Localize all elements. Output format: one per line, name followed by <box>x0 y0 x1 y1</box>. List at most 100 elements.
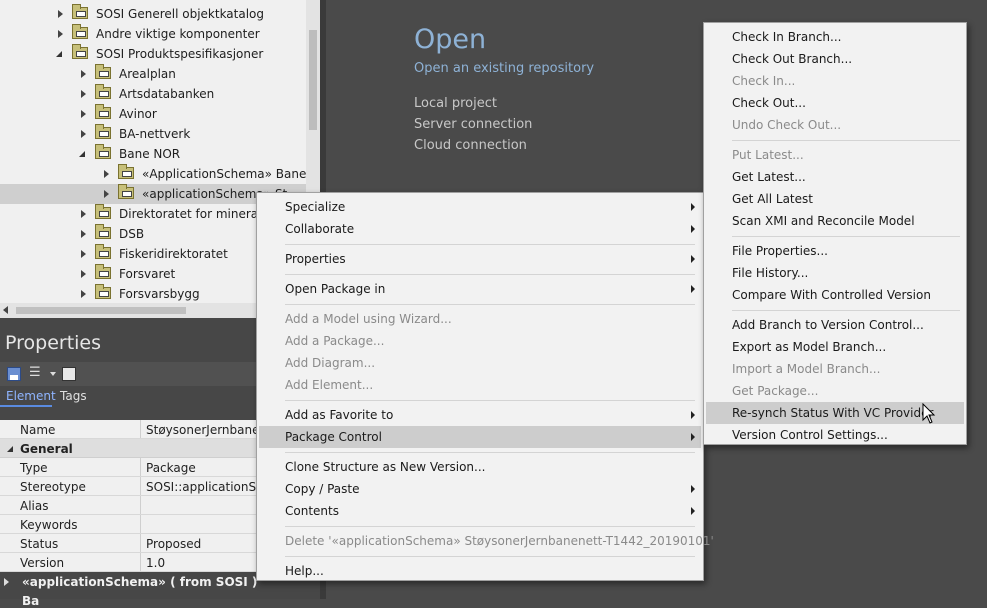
menu-item-export-as-model-branch[interactable]: Export as Model Branch... <box>706 336 964 358</box>
expand-arrow-icon[interactable] <box>104 190 109 198</box>
menu-item-properties[interactable]: Properties <box>259 248 701 270</box>
scroll-left-arrow-icon[interactable] <box>3 306 8 314</box>
menu-item-check-out[interactable]: Check Out... <box>706 92 964 114</box>
menu-item-label: Export as Model Branch... <box>732 340 887 354</box>
menu-item-file-properties[interactable]: File Properties... <box>706 240 964 262</box>
menu-item-label: Copy / Paste <box>285 482 360 496</box>
active-tab-indicator <box>0 405 52 407</box>
menu-item-check-out-branch[interactable]: Check Out Branch... <box>706 48 964 70</box>
menu-separator <box>285 526 695 527</box>
menu-item-label: Collaborate <box>285 222 355 236</box>
menu-item-label: Add Branch to Version Control... <box>732 318 924 332</box>
menu-item-label: Check In Branch... <box>732 30 842 44</box>
tree-vertical-scroll-thumb[interactable] <box>309 30 317 130</box>
menu-item-label: Compare With Controlled Version <box>732 288 931 302</box>
menu-item-get-latest[interactable]: Get Latest... <box>706 166 964 188</box>
expand-arrow-icon[interactable] <box>81 90 86 98</box>
expand-arrow-icon[interactable] <box>58 10 63 18</box>
expand-arrow-icon[interactable] <box>81 290 86 298</box>
tree-item-label: Bane NOR <box>119 147 181 161</box>
tree-item-sosi-produktspesifikasjoner[interactable]: SOSI Produktspesifikasjoner <box>0 44 306 64</box>
menu-item-add-diagram: Add Diagram... <box>259 352 701 374</box>
menu-separator <box>285 244 695 245</box>
tree-item-ba-nettverk[interactable]: BA-nettverk <box>0 124 306 144</box>
menu-item-contents[interactable]: Contents <box>259 500 701 522</box>
menu-item-label: Open Package in <box>285 282 386 296</box>
menu-item-label: File Properties... <box>732 244 828 258</box>
package-icon <box>95 84 111 99</box>
tab-element[interactable]: Element <box>6 389 56 403</box>
collapse-arrow-icon[interactable] <box>7 446 13 452</box>
package-icon <box>118 164 134 179</box>
menu-item-file-history[interactable]: File History... <box>706 262 964 284</box>
menu-item-copy-paste[interactable]: Copy / Paste <box>259 478 701 500</box>
server-connection-link[interactable]: Server connection <box>414 117 532 132</box>
list-menu-icon[interactable]: ☰ <box>29 365 43 380</box>
expand-arrow-icon[interactable] <box>81 270 86 278</box>
menu-item-add-branch-to-version-control[interactable]: Add Branch to Version Control... <box>706 314 964 336</box>
menu-separator <box>732 140 960 141</box>
package-icon <box>95 104 111 119</box>
menu-item-open-package-in[interactable]: Open Package in <box>259 278 701 300</box>
package-icon <box>95 64 111 79</box>
tree-item-label: Artsdatabanken <box>119 87 215 101</box>
expand-arrow-icon[interactable] <box>81 110 86 118</box>
tree-item-arealplan[interactable]: Arealplan <box>0 64 306 84</box>
menu-item-check-in-branch[interactable]: Check In Branch... <box>706 26 964 48</box>
submenu-arrow-icon <box>691 485 695 493</box>
expand-arrow-icon[interactable] <box>81 70 86 78</box>
package-icon <box>95 284 111 299</box>
menu-item-scan-xmi-and-reconcile-model[interactable]: Scan XMI and Reconcile Model <box>706 210 964 232</box>
tab-tags[interactable]: Tags <box>60 389 87 403</box>
section-label: «applicationSchema» ( from SOSI ) <box>22 575 258 589</box>
cloud-connection-link[interactable]: Cloud connection <box>414 138 527 153</box>
menu-item-label: Put Latest... <box>732 148 804 162</box>
menu-item-help[interactable]: Help... <box>259 560 701 582</box>
tree-item-label: Fiskeridirektoratet <box>119 247 228 261</box>
menu-item-label: Add a Package... <box>285 334 385 348</box>
local-project-link[interactable]: Local project <box>414 96 497 111</box>
save-icon[interactable] <box>7 367 21 381</box>
menu-item-label: Add a Model using Wizard... <box>285 312 452 326</box>
menu-item-add-element: Add Element... <box>259 374 701 396</box>
menu-separator <box>732 236 960 237</box>
expand-arrow-icon[interactable] <box>81 210 86 218</box>
properties-grid-icon[interactable] <box>62 367 76 381</box>
menu-item-label: Help... <box>285 564 324 578</box>
menu-item-label: Delete '«applicationSchema» StøysonerJer… <box>285 534 714 548</box>
submenu-arrow-icon <box>691 507 695 515</box>
tree-horizontal-scroll-thumb[interactable] <box>16 307 186 314</box>
tree-item-sosi-generell-objektkatalog[interactable]: SOSI Generell objektkatalog <box>0 4 306 24</box>
collapse-arrow-icon[interactable] <box>56 51 62 57</box>
menu-item-version-control-settings[interactable]: Version Control Settings... <box>706 424 964 446</box>
collapse-arrow-icon[interactable] <box>79 151 85 157</box>
menu-item-get-all-latest[interactable]: Get All Latest <box>706 188 964 210</box>
expand-arrow-icon[interactable] <box>81 250 86 258</box>
tree-item-bane-nor[interactable]: Bane NOR <box>0 144 306 164</box>
menu-item-label: Check Out... <box>732 96 806 110</box>
menu-separator <box>732 310 960 311</box>
tree-item-artsdatabanken[interactable]: Artsdatabanken <box>0 84 306 104</box>
chevron-down-icon[interactable] <box>50 372 56 376</box>
property-key: Alias <box>20 499 49 513</box>
expand-arrow-icon[interactable] <box>4 578 9 586</box>
expand-arrow-icon[interactable] <box>81 130 86 138</box>
tree-item-applicationschema-banenet[interactable]: «ApplicationSchema» Banenet <box>0 164 320 184</box>
tree-item-avinor[interactable]: Avinor <box>0 104 306 124</box>
menu-item-clone-structure-as-new-version[interactable]: Clone Structure as New Version... <box>259 456 701 478</box>
menu-item-label: Check In... <box>732 74 796 88</box>
menu-item-collaborate[interactable]: Collaborate <box>259 218 701 240</box>
tree-item-andre-viktige-komponenter[interactable]: Andre viktige komponenter <box>0 24 306 44</box>
menu-item-add-as-favorite-to[interactable]: Add as Favorite to <box>259 404 701 426</box>
menu-item-label: Get Latest... <box>732 170 806 184</box>
property-key: Type <box>20 461 48 475</box>
menu-item-specialize[interactable]: Specialize <box>259 196 701 218</box>
menu-item-compare-with-controlled-version[interactable]: Compare With Controlled Version <box>706 284 964 306</box>
menu-item-label: Add Element... <box>285 378 374 392</box>
menu-item-label: Properties <box>285 252 346 266</box>
menu-item-label: Package Control <box>285 430 382 444</box>
expand-arrow-icon[interactable] <box>58 30 63 38</box>
expand-arrow-icon[interactable] <box>104 170 109 178</box>
expand-arrow-icon[interactable] <box>81 230 86 238</box>
menu-item-package-control[interactable]: Package Control <box>259 426 701 448</box>
